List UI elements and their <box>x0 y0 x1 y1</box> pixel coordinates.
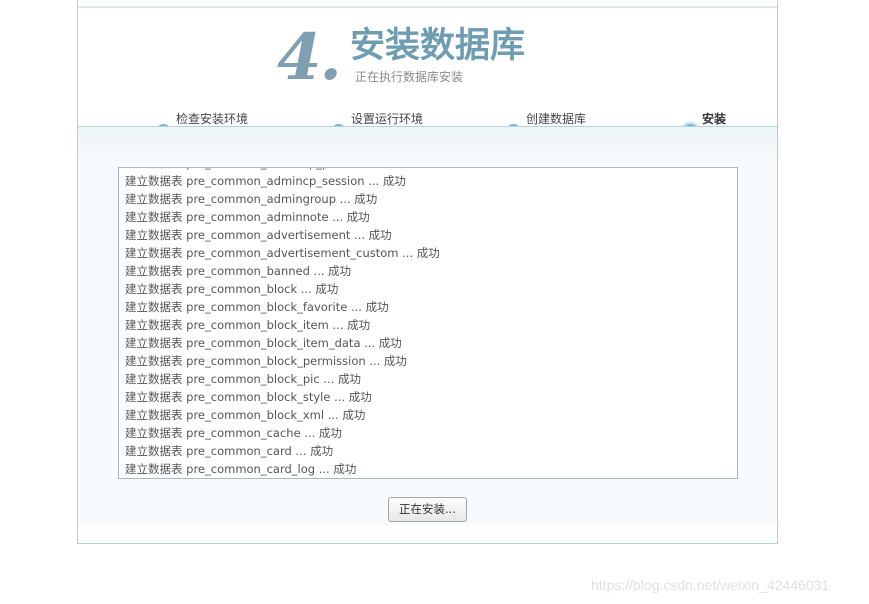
log-line: 建立数据表 pre_common_block_style ... 成功 <box>125 390 372 404</box>
log-line: 建立数据表 pre_common_advertisement ... 成功 <box>125 228 392 242</box>
page-title: 安装数据库 <box>350 26 526 66</box>
log-line: 建立数据表 pre_common_block_xml ... 成功 <box>125 408 366 422</box>
log-line: 建立数据表 pre_common_advertisement_custom ..… <box>125 246 440 260</box>
log-line: 建立数据表 pre_common_admingroup ... 成功 <box>125 192 378 206</box>
step-label-2: 设置运行环境 <box>351 112 424 126</box>
log-line: 建立数据表 pre_common_block_item ... 成功 <box>125 318 371 332</box>
log-line: 建立数据表 pre_common_banned ... 成功 <box>125 264 352 278</box>
log-line: 建立数据表 pre_common_block ... 成功 <box>125 282 339 296</box>
watermark-url: https://blog.csdn.net/weixin_42446031 <box>591 577 830 593</box>
header: 4. 安装数据库 正在执行数据库安装 检查安装环境 设置运行环境 创建数据库 安… <box>78 8 777 140</box>
log-line: 建立数据表 pre_common_cache ... 成功 <box>125 426 342 440</box>
log-line: 建立数据表 pre_common_admincp_session ... 成功 <box>125 174 406 188</box>
installer-panel: 4. 安装数据库 正在执行数据库安装 检查安装环境 设置运行环境 创建数据库 安… <box>77 0 778 544</box>
log-line: 建立数据表 pre_common_adminnote ... 成功 <box>125 210 370 224</box>
install-content: 建立数据表 pre_common_admincp_perm ... 成功建立数据… <box>78 127 777 524</box>
log-line: 建立数据表 pre_common_block_permission ... 成功 <box>125 354 407 368</box>
log-line: 建立数据表 pre_common_card_log ... 成功 <box>125 462 357 476</box>
install-log-lines: 建立数据表 pre_common_admincp_perm ... 成功建立数据… <box>125 168 725 478</box>
step-label-1: 检查安装环境 <box>176 112 249 126</box>
install-log[interactable]: 建立数据表 pre_common_admincp_perm ... 成功建立数据… <box>118 167 738 479</box>
installing-button[interactable]: 正在安装... <box>388 497 467 522</box>
step-label-4: 安装 <box>702 112 727 126</box>
step-label-3: 创建数据库 <box>526 112 587 126</box>
log-line: 建立数据表 pre_common_block_favorite ... 成功 <box>125 300 389 314</box>
log-line: 建立数据表 pre_common_card ... 成功 <box>125 444 334 458</box>
page-subtitle: 正在执行数据库安装 <box>355 70 464 84</box>
step-number: 4. <box>277 20 342 95</box>
log-line: 建立数据表 pre_common_block_pic ... 成功 <box>125 372 361 386</box>
log-line: 建立数据表 pre_common_block_item_data ... 成功 <box>125 336 402 350</box>
